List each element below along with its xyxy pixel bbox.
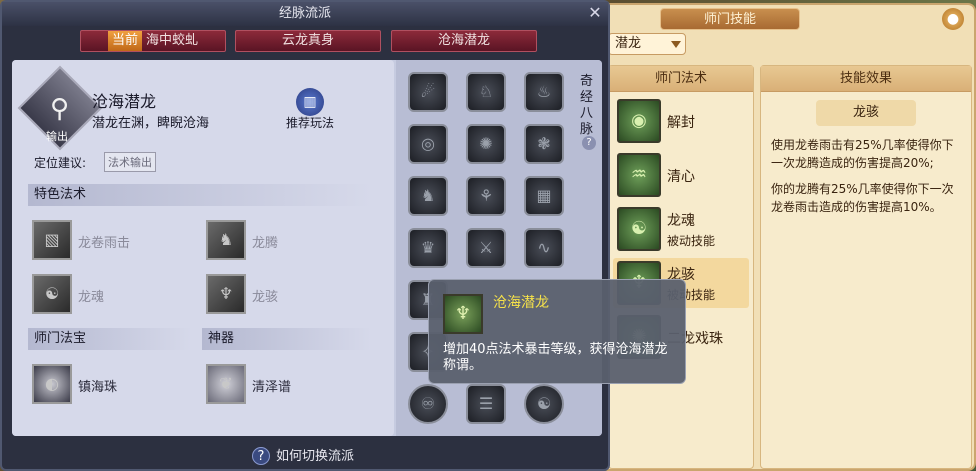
skill-window: 师门技能 ● 潜龙 师门法术 ◉ 解封 ♒ 清心 ☯ 龙魂 被动技能 ♆ 龙骇 … (600, 3, 976, 471)
skill-item-jiefeng[interactable]: ◉ 解封 (613, 96, 749, 146)
effect-description-2: 你的龙腾有25%几率使得你下一次龙卷雨击造成的伤害提高10%。 (771, 182, 954, 214)
meridian-school-window: 经脉流派 ✕ 当前 海中蛟虬 云龙真身 沧海潜龙 ⚲ 输出 沧海潜龙 潜龙在渊，睥… (0, 0, 610, 471)
tab-canghaiqianlong[interactable]: 沧海潜龙 (391, 30, 537, 52)
switch-school-help[interactable]: ? 如何切换流派 (252, 445, 354, 465)
question-icon: ? (252, 447, 270, 465)
spell-longhai[interactable]: ♆ 龙骇 (206, 274, 356, 318)
school-select-value: 潜龙 (615, 36, 642, 51)
skill-window-header: 师门技能 ● (602, 5, 974, 31)
tooltip-title: 沧海潜龙 (493, 295, 549, 311)
position-label: 定位建议: (34, 156, 87, 170)
artifact-name: 清泽谱 (252, 380, 292, 395)
spell-longteng[interactable]: ♞ 龙腾 (206, 220, 356, 264)
tab-haizhongjiaoqiu[interactable]: 当前 海中蛟虬 (80, 30, 226, 52)
treasure-header: 师门法宝 (28, 328, 192, 350)
book-icon: ▥ (296, 88, 324, 116)
close-icon[interactable]: ✕ (586, 4, 604, 22)
spell-rain-icon: ▧ (32, 220, 72, 260)
treasure-name: 镇海珠 (78, 380, 118, 395)
meridian-label: 奇经八脉 (580, 74, 594, 137)
close-icon[interactable]: ● (942, 8, 964, 30)
effect-skill-name: 龙骇 (816, 100, 916, 126)
meridian-node-1[interactable]: ☄ (408, 72, 448, 112)
skill-dragon-icon: ☯ (617, 207, 661, 251)
skill-item-qingxin[interactable]: ♒ 清心 (613, 150, 749, 200)
window-title: 经脉流派 (2, 2, 608, 26)
skill-effect-panel: 技能效果 龙骇 使用龙卷雨击有25%几率使得你下一次龙腾造成的伤害提高20%; … (760, 65, 972, 469)
recommended-play-label: 推荐玩法 (285, 116, 334, 130)
scroll-icon: ❦ (206, 364, 246, 404)
school-description: 潜龙在渊，睥睨沧海 (92, 116, 210, 131)
role-tag: 输出 (46, 130, 68, 143)
meridian-node-8[interactable]: ⚘ (466, 176, 506, 216)
meridian-node-3[interactable]: ♨ (524, 72, 564, 112)
spell-roar-icon: ♆ (206, 274, 246, 314)
skill-name: 清心 (667, 169, 695, 185)
tooltip-description: 增加40点法术暴击等级，获得沧海潜龙称谓。 (443, 342, 668, 373)
special-spells-header: 特色法术 (28, 184, 372, 206)
skill-name: 龙魂 (667, 213, 695, 229)
skill-type: 被动技能 (667, 234, 716, 248)
tab-yunlongzhenshen[interactable]: 云龙真身 (235, 30, 381, 52)
tab-label: 海中蛟虬 (146, 33, 199, 48)
skill-name: 解封 (667, 115, 695, 131)
meridian-node-12[interactable]: ∿ (524, 228, 564, 268)
switch-school-label: 如何切换流派 (276, 449, 355, 464)
meridian-tooltip: ♆ 沧海潜龙 增加40点法术暴击等级，获得沧海潜龙称谓。 (428, 279, 686, 384)
meridian-node-6[interactable]: ❃ (524, 124, 564, 164)
dragon-icon: ♆ (443, 294, 483, 334)
spell-name: 龙腾 (252, 236, 279, 251)
skill-effect-header: 技能效果 (761, 66, 971, 92)
spell-name: 龙魂 (78, 290, 105, 305)
skill-seal-icon: ◉ (617, 99, 661, 143)
spell-longhun[interactable]: ☯ 龙魂 (32, 274, 182, 318)
skill-item-longhun[interactable]: ☯ 龙魂 被动技能 (613, 204, 749, 254)
pearl-icon: ◐ (32, 364, 72, 404)
school-name: 沧海潜龙 (92, 92, 157, 111)
artifact-header: 神器 (202, 328, 372, 350)
spell-name: 龙骇 (252, 290, 279, 305)
meridian-node-16[interactable]: ☰ (466, 384, 506, 424)
spell-soul-icon: ☯ (32, 274, 72, 314)
meridian-node-15[interactable]: ♾ (408, 384, 448, 424)
school-info: ⚲ 输出 沧海潜龙 潜龙在渊，睥睨沧海 ▥ 推荐玩法 定位建议: 法术输出 特色… (12, 60, 394, 436)
spell-longjuanyuji[interactable]: ▧ 龙卷雨击 (32, 220, 182, 264)
skill-list-header: 师门法术 (609, 66, 753, 92)
meridian-node-7[interactable]: ♞ (408, 176, 448, 216)
help-icon[interactable]: ? (582, 136, 596, 150)
meridian-node-10[interactable]: ♛ (408, 228, 448, 268)
meridian-node-5[interactable]: ✺ (466, 124, 506, 164)
meridian-node-11[interactable]: ⚔ (466, 228, 506, 268)
skill-window-title: 师门技能 (660, 8, 800, 30)
sword-icon: ⚲ (50, 94, 70, 124)
meridian-node-17[interactable]: ☯ (524, 384, 564, 424)
spell-dragon-icon: ♞ (206, 220, 246, 260)
spell-name: 龙卷雨击 (78, 236, 131, 251)
meridian-node-2[interactable]: ♘ (466, 72, 506, 112)
meridian-node-4[interactable]: ◎ (408, 124, 448, 164)
recommended-play-button[interactable]: ▥ 推荐玩法 (282, 88, 338, 132)
skill-heart-icon: ♒ (617, 153, 661, 197)
treasure-zhenhaizhu[interactable]: ◐ 镇海珠 (32, 364, 182, 408)
position-value: 法术输出 (104, 152, 156, 172)
skill-list: 师门法术 ◉ 解封 ♒ 清心 ☯ 龙魂 被动技能 ♆ 龙骇 被动技能 ✺ 二龙戏… (608, 65, 754, 469)
current-tag: 当前 (107, 31, 142, 51)
tab-label: 云龙真身 (281, 33, 334, 48)
effect-description-1: 使用龙卷雨击有25%几率使得你下一次龙腾造成的伤害提高20%; (771, 138, 954, 170)
school-select[interactable]: 潜龙 (608, 33, 686, 55)
tab-label: 沧海潜龙 (437, 33, 490, 48)
meridian-node-9[interactable]: ▦ (524, 176, 564, 216)
chevron-down-icon (671, 41, 681, 48)
artifact-qingzepu[interactable]: ❦ 清泽谱 (206, 364, 356, 408)
